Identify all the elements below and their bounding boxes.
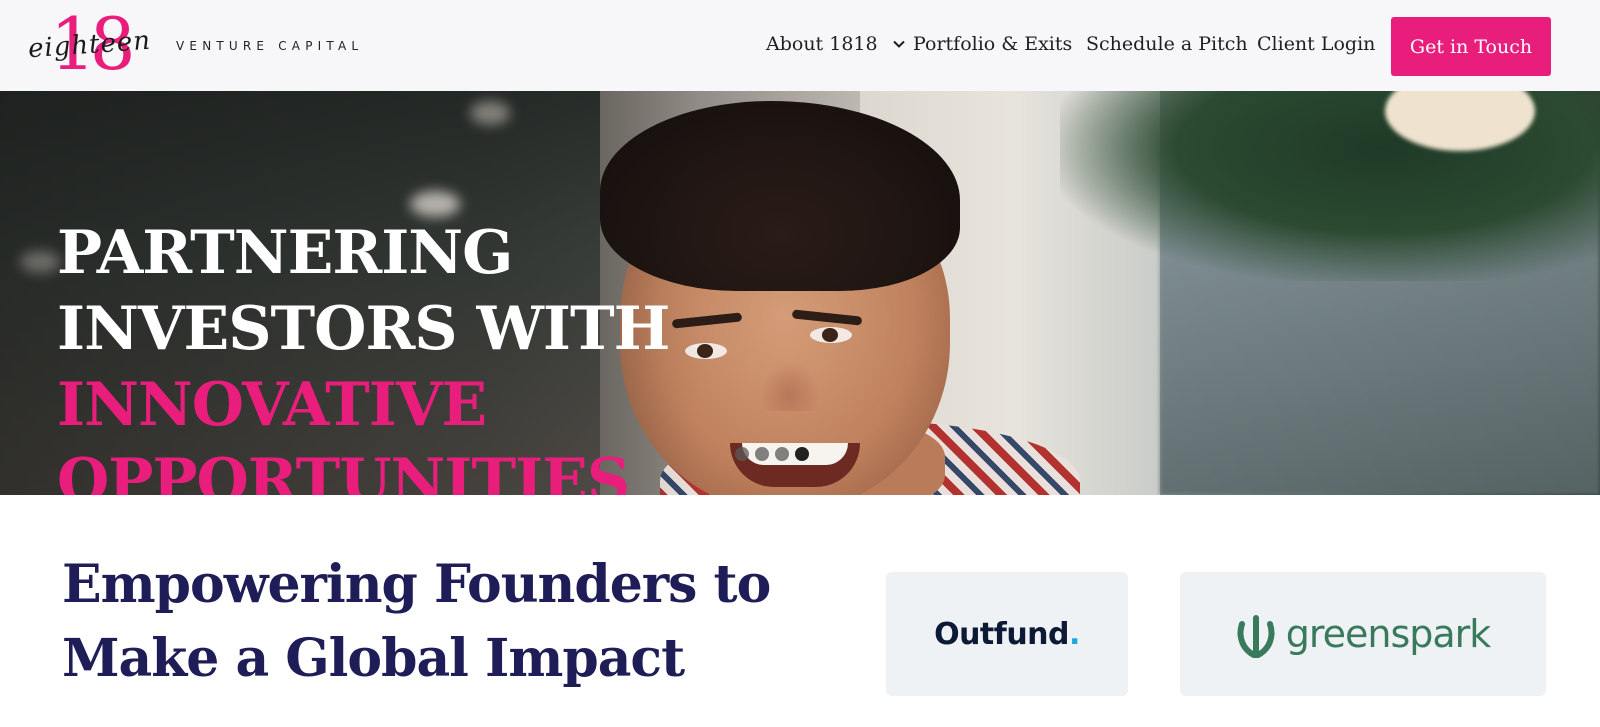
hero-line-4: OPPORTUNITIES bbox=[57, 446, 630, 495]
greenspark-leaf-icon bbox=[1237, 615, 1275, 658]
hero-line-2: INVESTORS WITH bbox=[57, 294, 670, 364]
partner-card-outfund[interactable]: Outfund. bbox=[886, 572, 1128, 696]
section-title-line-1: Empowering Founders to bbox=[62, 554, 771, 615]
outfund-logo: Outfund. bbox=[934, 617, 1080, 652]
hero-line-3: INNOVATIVE bbox=[57, 370, 487, 440]
greenspark-logo-text: greenspark bbox=[1285, 612, 1492, 656]
nav-about-dropdown[interactable]: About 1818 bbox=[766, 33, 906, 55]
greenspark-logo: greenspark bbox=[1236, 610, 1491, 658]
nav-schedule-pitch[interactable]: Schedule a Pitch bbox=[1086, 33, 1248, 55]
person-eye bbox=[810, 327, 852, 343]
get-in-touch-button[interactable]: Get in Touch bbox=[1391, 17, 1551, 76]
hero-carousel: PARTNERING INVESTORS WITH INNOVATIVE OPP… bbox=[0, 91, 1600, 495]
site-header: 18 eighteen VENTURE CAPITAL About 1818 P… bbox=[0, 0, 1600, 91]
section-title-line-2: Make a Global Impact bbox=[62, 628, 685, 689]
outfund-logo-text: Outfund bbox=[934, 616, 1070, 652]
carousel-dots bbox=[735, 447, 809, 461]
nav-client-login[interactable]: Client Login bbox=[1257, 33, 1375, 55]
partner-card-greenspark[interactable]: greenspark bbox=[1180, 572, 1546, 696]
carousel-dot[interactable] bbox=[735, 447, 749, 461]
outfund-logo-dot: . bbox=[1069, 616, 1080, 652]
main-nav: About 1818 Portfolio & Exits Schedule a … bbox=[0, 0, 1600, 91]
chevron-down-icon bbox=[892, 40, 905, 48]
hero-headline: PARTNERING INVESTORS WITH INNOVATIVE OPP… bbox=[57, 215, 757, 495]
carousel-dot[interactable] bbox=[775, 447, 789, 461]
nav-about-label: About 1818 bbox=[766, 33, 878, 55]
nav-portfolio[interactable]: Portfolio & Exits bbox=[913, 33, 1072, 55]
person-nose bbox=[760, 361, 820, 411]
section-title: Empowering Founders to Make a Global Imp… bbox=[62, 548, 822, 696]
hero-line-1: PARTNERING bbox=[57, 218, 513, 288]
carousel-dot[interactable] bbox=[755, 447, 769, 461]
carousel-dot[interactable] bbox=[795, 447, 809, 461]
